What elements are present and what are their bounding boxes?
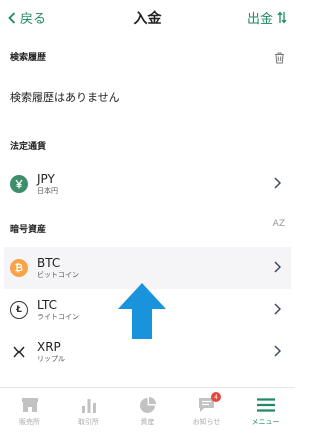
tab-label: お知らせ xyxy=(192,418,221,426)
bar-chart-icon xyxy=(81,396,97,414)
sort-az-icon[interactable]: AZ xyxy=(273,219,285,229)
shop-icon xyxy=(21,396,39,414)
notification-badge: 4 xyxy=(211,392,221,402)
tab-assets[interactable]: 資産 xyxy=(118,388,177,434)
ripple-icon xyxy=(10,343,28,361)
currency-name: ビットコイン xyxy=(37,271,79,279)
crypto-heading: 暗号資産 xyxy=(10,225,47,235)
search-history-heading: 検索履歴 xyxy=(10,53,47,63)
currency-symbol: JPY xyxy=(37,172,55,186)
tab-label: 販売所 xyxy=(19,418,40,426)
currency-name: ライトコイン xyxy=(37,313,79,321)
tab-notifications[interactable]: 4 お知らせ xyxy=(177,388,236,434)
tab-label: メニュー xyxy=(251,418,280,426)
currency-name: リップル xyxy=(37,355,65,363)
yen-icon xyxy=(10,175,28,193)
menu-icon xyxy=(256,396,275,414)
tab-shop[interactable]: 販売所 xyxy=(0,388,59,434)
chevron-right-icon xyxy=(274,261,281,273)
swap-vertical-icon xyxy=(277,11,287,24)
search-history-empty-text: 検索履歴はありません xyxy=(10,91,120,104)
tab-menu[interactable]: メニュー xyxy=(236,388,295,434)
tab-label: 取引所 xyxy=(78,418,99,426)
pointer-arrow-icon xyxy=(118,283,166,339)
bitcoin-icon: ₿ xyxy=(10,259,28,277)
header: 戻る 入金 出金 xyxy=(0,0,295,34)
currency-symbol: XRP xyxy=(37,340,61,354)
tab-exchange[interactable]: 取引所 xyxy=(59,388,118,434)
tab-label: 資産 xyxy=(140,418,155,426)
chevron-right-icon xyxy=(274,177,281,189)
message-icon: 4 xyxy=(198,392,221,414)
withdraw-button[interactable]: 出金 xyxy=(247,8,287,27)
chevron-right-icon xyxy=(274,345,281,357)
currency-symbol: LTC xyxy=(37,298,58,312)
pie-chart-icon xyxy=(139,396,156,414)
fiat-heading: 法定通貨 xyxy=(10,142,47,152)
tab-bar: 販売所 取引所 資産 4 お知らせ メニュー xyxy=(0,387,295,434)
chevron-right-icon xyxy=(274,303,281,315)
litecoin-icon: Ł xyxy=(10,301,28,319)
currency-name: 日本円 xyxy=(37,187,58,195)
trash-icon[interactable] xyxy=(274,49,285,68)
currency-row-jpy[interactable]: JPY 日本円 xyxy=(4,163,291,205)
currency-symbol: BTC xyxy=(37,256,61,270)
withdraw-label: 出金 xyxy=(246,12,273,27)
sort-label: AZ xyxy=(272,219,285,229)
